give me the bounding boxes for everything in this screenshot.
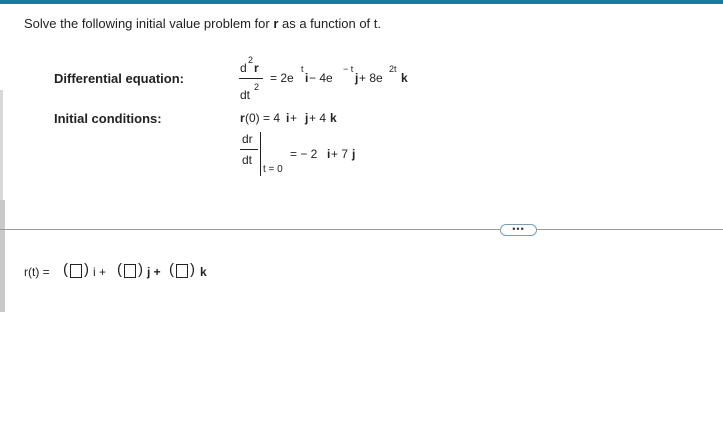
answer-input-k[interactable] (176, 264, 188, 278)
answer-open-paren-2: ( (117, 261, 122, 278)
deq-rhs-a: = 2e (270, 71, 294, 85)
deq-rhs-a-exp: t (301, 64, 304, 74)
deq-num-d: d (240, 61, 247, 75)
deq-rhs-b: − 4e (309, 71, 333, 85)
r0-plus1: + (290, 111, 298, 125)
r0-j: j (305, 111, 309, 125)
left-scrollbar[interactable] (0, 200, 5, 312)
answer-input-i[interactable] (70, 264, 82, 278)
eval-bar (260, 132, 261, 176)
deq-rhs-k: k (401, 71, 408, 85)
answer-close-paren-1: ) (84, 261, 89, 278)
dr-fraction-bar (240, 149, 258, 150)
dr-i: i (327, 147, 331, 161)
diff-eq-label: Differential equation: (54, 71, 185, 86)
init-cond-label: Initial conditions: (54, 111, 162, 126)
answer-label-i: i + (93, 265, 107, 279)
dr-eval-point: t = 0 (263, 164, 283, 175)
answer-close-paren-2: ) (138, 261, 143, 278)
answer-open-paren-3: ( (169, 261, 174, 278)
deq-num-var: r (254, 61, 259, 75)
deq-rhs-j: j (355, 71, 359, 85)
r0-func: r (240, 111, 245, 125)
more-options-button[interactable]: ••• (500, 224, 537, 236)
answer-label-k: k (200, 265, 207, 279)
answer-label-j: j + (147, 265, 161, 279)
answer-close-paren-3: ) (190, 261, 195, 278)
answer-input-j[interactable] (124, 264, 136, 278)
problem-prompt: Solve the following initial value proble… (24, 16, 381, 31)
dr-num: dr (242, 132, 253, 146)
dr-den: dt (242, 153, 253, 167)
left-edge-tab (0, 90, 3, 200)
r0-rest: (0) = 4 (245, 111, 281, 125)
dr-plus: + 7 (331, 147, 349, 161)
r0-k: k (330, 111, 337, 125)
deq-rhs-c: + 8e (359, 71, 383, 85)
deq-den: dt (240, 88, 251, 102)
dr-rhs: = − 2 (290, 147, 318, 161)
dr-j: j (352, 147, 356, 161)
section-divider (0, 229, 723, 230)
deq-rhs-i: i (305, 71, 309, 85)
prompt-text-pre: Solve the following initial value proble… (24, 16, 274, 31)
deq-den-exp: 2 (254, 82, 260, 92)
answer-prefix: r(t) = (24, 265, 50, 279)
deq-num-exp: 2 (248, 55, 254, 65)
r0-plus2: + 4 (309, 111, 327, 125)
top-accent-bar (0, 0, 723, 4)
deq-rhs-b-exp: − t (343, 64, 354, 74)
deq-rhs-c-exp: 2t (389, 64, 397, 74)
answer-open-paren-1: ( (63, 261, 68, 278)
r0-i: i (286, 111, 290, 125)
prompt-text-post: as a function of t. (278, 16, 381, 31)
deq-fraction-bar (239, 78, 263, 79)
